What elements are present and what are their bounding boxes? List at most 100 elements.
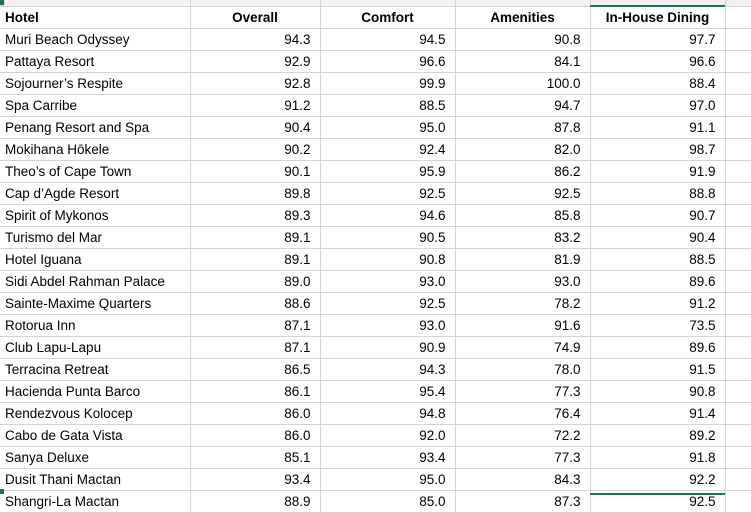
cell-overall[interactable]: 89.1 xyxy=(190,248,321,271)
cell-overall[interactable]: 87.1 xyxy=(190,336,321,359)
column-header-in-house-dining[interactable]: In-House Dining xyxy=(590,7,726,29)
cell-comfort[interactable]: 92.4 xyxy=(320,138,456,161)
cell-overall[interactable]: 89.8 xyxy=(190,182,321,205)
cell-hotel[interactable]: Spa Carribe xyxy=(0,94,191,117)
cell-hotel[interactable]: Rotorua Inn xyxy=(0,314,191,337)
cell-overall[interactable]: 86.0 xyxy=(190,402,321,425)
cell-amenities[interactable]: 82.0 xyxy=(455,138,591,161)
cell-comfort[interactable]: 93.0 xyxy=(320,270,456,293)
cell-overall[interactable]: 93.4 xyxy=(190,468,321,491)
cell-hotel[interactable]: Theo’s of Cape Town xyxy=(0,160,191,183)
cell-hotel[interactable]: Sojourner’s Respite xyxy=(0,72,191,95)
cell-empty[interactable] xyxy=(725,380,751,403)
cell-hotel[interactable]: Hotel Iguana xyxy=(0,248,191,271)
cell-hotel[interactable]: Mokihana Hōkele xyxy=(0,138,191,161)
cell-amenities[interactable]: 84.3 xyxy=(455,468,591,491)
cell-empty[interactable] xyxy=(725,468,751,491)
cell-empty[interactable] xyxy=(725,116,751,139)
cell-overall[interactable]: 88.6 xyxy=(190,292,321,315)
cell-amenities[interactable]: 77.3 xyxy=(455,380,591,403)
cell-amenities[interactable]: 100.0 xyxy=(455,72,591,95)
cell-comfort[interactable]: 94.6 xyxy=(320,204,456,227)
cell-hotel[interactable]: Penang Resort and Spa xyxy=(0,116,191,139)
cell-amenities[interactable]: 84.1 xyxy=(455,50,591,73)
cell-empty[interactable] xyxy=(725,248,751,271)
cell-hotel[interactable]: Shangri-La Mactan xyxy=(0,490,191,513)
cell-comfort[interactable]: 90.9 xyxy=(320,336,456,359)
cell-comfort[interactable]: 95.0 xyxy=(320,468,456,491)
cell-comfort[interactable]: 95.0 xyxy=(320,116,456,139)
cell-amenities[interactable]: 87.8 xyxy=(455,116,591,139)
cell-in-house-dining[interactable]: 90.4 xyxy=(590,226,726,249)
cell-hotel[interactable]: Cap d’Agde Resort xyxy=(0,182,191,205)
cell-overall[interactable]: 90.1 xyxy=(190,160,321,183)
cell-amenities[interactable]: 77.3 xyxy=(455,446,591,469)
cell-comfort[interactable]: 88.5 xyxy=(320,94,456,117)
cell-in-house-dining[interactable]: 96.6 xyxy=(590,50,726,73)
cell-amenities[interactable]: 74.9 xyxy=(455,336,591,359)
cell-amenities[interactable]: 92.5 xyxy=(455,182,591,205)
cell-in-house-dining[interactable]: 89.6 xyxy=(590,336,726,359)
cell-comfort[interactable]: 99.9 xyxy=(320,72,456,95)
cell-empty[interactable] xyxy=(725,182,751,205)
cell-comfort[interactable]: 93.0 xyxy=(320,314,456,337)
column-header-hotel[interactable]: Hotel xyxy=(0,7,191,29)
cell-empty[interactable] xyxy=(725,446,751,469)
cell-amenities[interactable]: 86.2 xyxy=(455,160,591,183)
cell-hotel[interactable]: Sanya Deluxe xyxy=(0,446,191,469)
cell-comfort[interactable]: 93.4 xyxy=(320,446,456,469)
cell-amenities[interactable]: 87.3 xyxy=(455,490,591,513)
column-header-amenities[interactable]: Amenities xyxy=(455,7,591,29)
cell-overall[interactable]: 92.9 xyxy=(190,50,321,73)
cell-overall[interactable]: 85.1 xyxy=(190,446,321,469)
cell-comfort[interactable]: 94.3 xyxy=(320,358,456,381)
cell-overall[interactable]: 89.0 xyxy=(190,270,321,293)
column-header-comfort[interactable]: Comfort xyxy=(320,7,456,29)
cell-amenities[interactable]: 76.4 xyxy=(455,402,591,425)
cell-in-house-dining[interactable]: 91.9 xyxy=(590,160,726,183)
cell-overall[interactable]: 86.1 xyxy=(190,380,321,403)
cell-amenities[interactable]: 78.2 xyxy=(455,292,591,315)
cell-comfort[interactable]: 96.6 xyxy=(320,50,456,73)
cell-in-house-dining[interactable]: 91.4 xyxy=(590,402,726,425)
cell-amenities[interactable]: 83.2 xyxy=(455,226,591,249)
cell-empty[interactable] xyxy=(725,424,751,447)
cell-amenities[interactable]: 78.0 xyxy=(455,358,591,381)
cell-comfort[interactable]: 95.9 xyxy=(320,160,456,183)
cell-comfort[interactable]: 90.5 xyxy=(320,226,456,249)
column-header-empty[interactable] xyxy=(725,7,751,29)
cell-empty[interactable] xyxy=(725,72,751,95)
cell-empty[interactable] xyxy=(725,314,751,337)
cell-empty[interactable] xyxy=(725,490,751,513)
cell-in-house-dining[interactable]: 91.8 xyxy=(590,446,726,469)
cell-empty[interactable] xyxy=(725,402,751,425)
cell-overall[interactable]: 94.3 xyxy=(190,28,321,51)
cell-amenities[interactable]: 94.7 xyxy=(455,94,591,117)
cell-overall[interactable]: 90.4 xyxy=(190,116,321,139)
cell-in-house-dining[interactable]: 97.7 xyxy=(590,28,726,51)
cell-amenities[interactable]: 91.6 xyxy=(455,314,591,337)
cell-hotel[interactable]: Cabo de Gata Vista xyxy=(0,424,191,447)
cell-amenities[interactable]: 81.9 xyxy=(455,248,591,271)
column-header-overall[interactable]: Overall xyxy=(190,7,321,29)
cell-amenities[interactable]: 90.8 xyxy=(455,28,591,51)
cell-hotel[interactable]: Muri Beach Odyssey xyxy=(0,28,191,51)
cell-overall[interactable]: 86.5 xyxy=(190,358,321,381)
cell-hotel[interactable]: Dusit Thani Mactan xyxy=(0,468,191,491)
cell-amenities[interactable]: 93.0 xyxy=(455,270,591,293)
cell-overall[interactable]: 91.2 xyxy=(190,94,321,117)
cell-in-house-dining[interactable]: 91.1 xyxy=(590,116,726,139)
cell-in-house-dining[interactable]: 98.7 xyxy=(590,138,726,161)
cell-in-house-dining[interactable]: 92.2 xyxy=(590,468,726,491)
cell-comfort[interactable]: 94.5 xyxy=(320,28,456,51)
cell-hotel[interactable]: Terracina Retreat xyxy=(0,358,191,381)
cell-in-house-dining[interactable]: 97.0 xyxy=(590,94,726,117)
cell-overall[interactable]: 89.3 xyxy=(190,204,321,227)
cell-empty[interactable] xyxy=(725,358,751,381)
cell-comfort[interactable]: 94.8 xyxy=(320,402,456,425)
cell-comfort[interactable]: 90.8 xyxy=(320,248,456,271)
cell-overall[interactable]: 88.9 xyxy=(190,490,321,513)
cell-comfort[interactable]: 92.0 xyxy=(320,424,456,447)
cell-comfort[interactable]: 92.5 xyxy=(320,182,456,205)
cell-overall[interactable]: 90.2 xyxy=(190,138,321,161)
